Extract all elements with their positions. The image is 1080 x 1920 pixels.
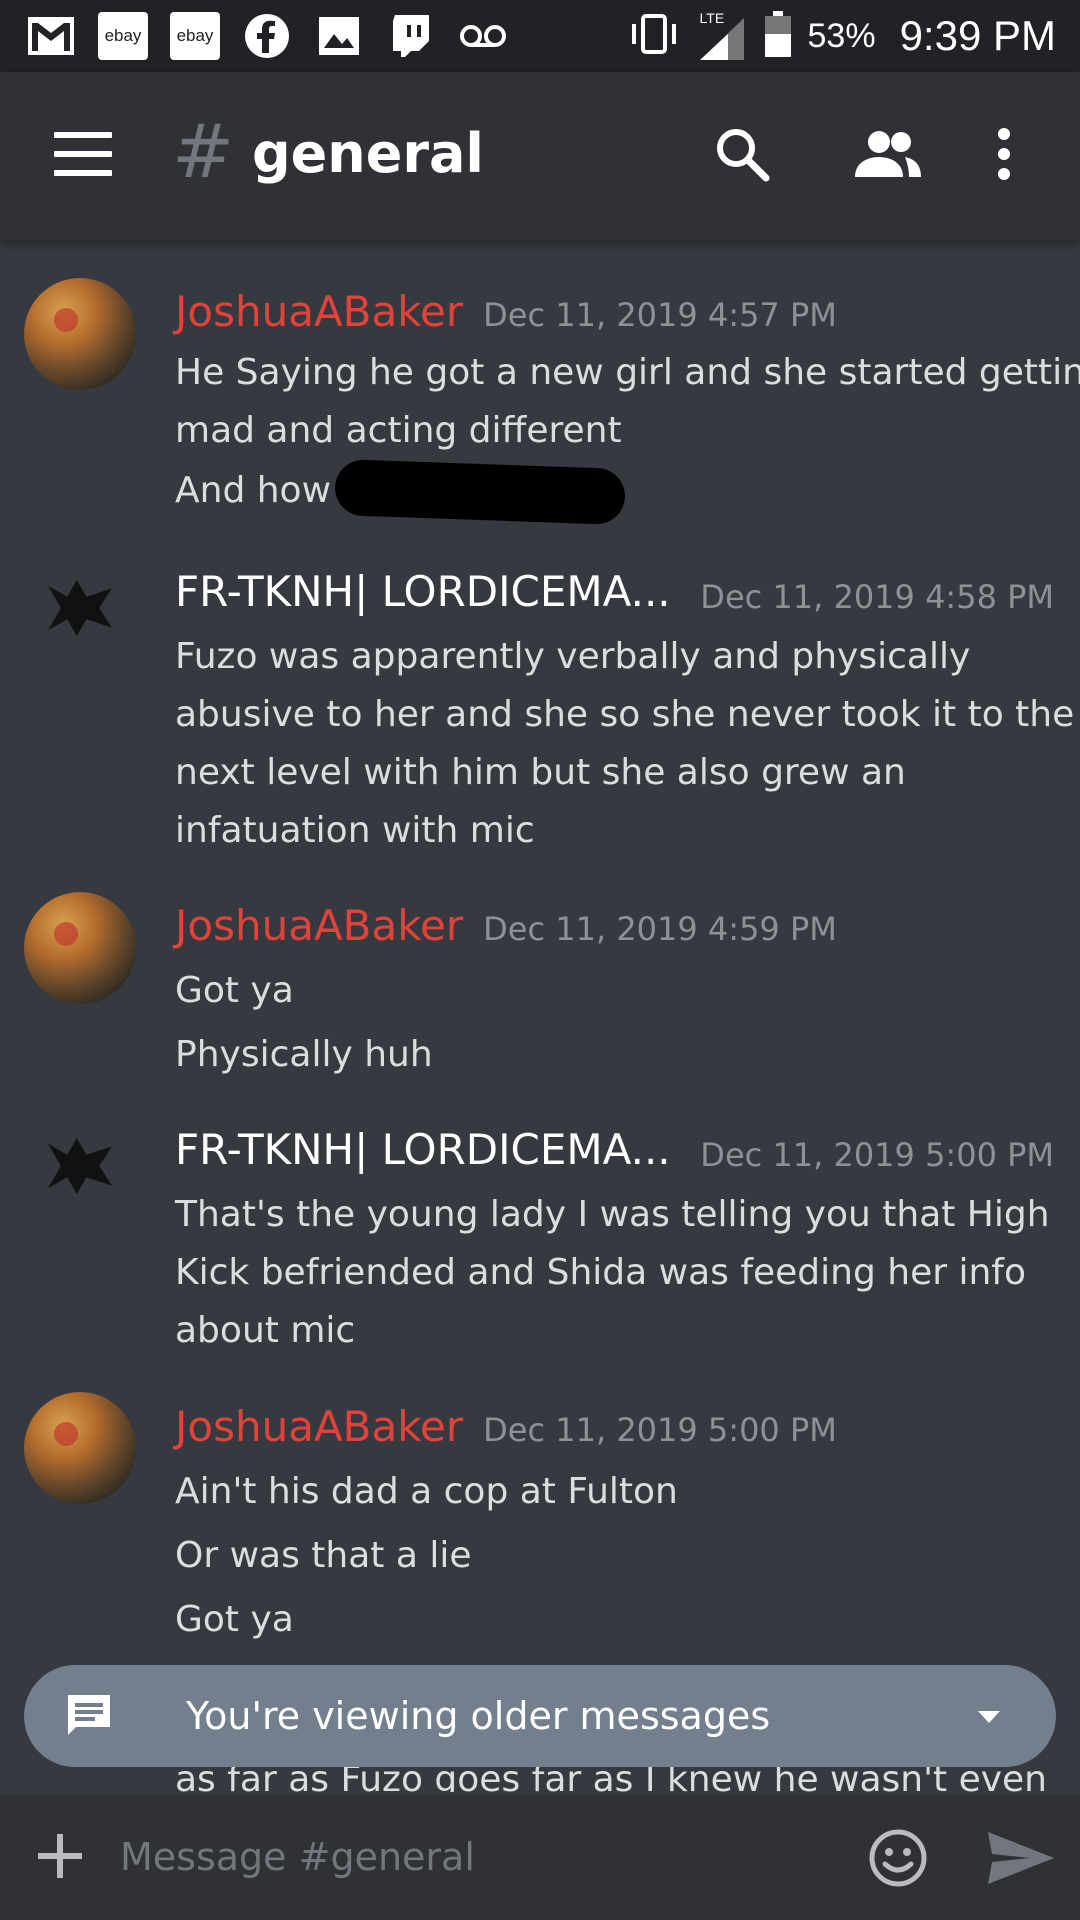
timestamp: Dec 11, 2019 5:00 PM xyxy=(700,1136,1054,1174)
message-line: Ain't his dad a cop at Fulton xyxy=(175,1471,678,1512)
message-line: infatuation with mic xyxy=(175,810,535,851)
message-line: Got ya xyxy=(175,1599,294,1640)
ebay-icon: ebay xyxy=(170,12,220,60)
message-line: Got ya xyxy=(175,970,294,1011)
older-messages-label: You're viewing older messages xyxy=(186,1694,771,1738)
message-line: That's the young lady I was telling you … xyxy=(175,1194,1050,1235)
hamburger-line xyxy=(54,151,112,157)
message-body: He Saying he got a new girl and she star… xyxy=(175,344,1080,526)
timestamp: Dec 11, 2019 5:00 PM xyxy=(483,1411,837,1449)
channel-header: # general xyxy=(0,72,1080,240)
emoji-icon[interactable] xyxy=(868,1828,928,1888)
redaction-mark xyxy=(334,458,626,526)
author-name[interactable]: JoshuaABaker xyxy=(175,1397,463,1457)
avatar[interactable] xyxy=(24,1392,136,1504)
avatar[interactable] xyxy=(24,552,136,664)
message-header: FR-TKNH| LORDICEMA... xyxy=(175,1120,671,1180)
message-line: next level with him but she also grew an xyxy=(175,752,906,793)
timestamp: Dec 11, 2019 4:58 PM xyxy=(700,578,1054,616)
message-body: Ain't his dad a cop at Fulton Or was tha… xyxy=(175,1460,1055,1652)
timestamp: Dec 11, 2019 4:59 PM xyxy=(483,910,837,948)
timestamp: Dec 11, 2019 4:57 PM xyxy=(483,296,837,334)
menu-button[interactable] xyxy=(54,132,112,176)
clock: 9:39 PM xyxy=(899,12,1056,59)
caret-down-icon[interactable] xyxy=(974,1701,1004,1731)
status-right: LTE 53% 9:39 PM xyxy=(626,8,1056,64)
hamburger-line xyxy=(54,170,112,176)
message-line: Physically huh xyxy=(175,1034,433,1075)
clan-logo-icon xyxy=(48,580,112,636)
message-header: JoshuaABaker Dec 11, 2019 4:59 PM xyxy=(175,896,837,956)
avatar[interactable] xyxy=(24,1110,136,1222)
twitch-icon xyxy=(386,12,436,60)
members-button[interactable] xyxy=(852,124,924,184)
search-button[interactable] xyxy=(712,124,772,184)
message-line: He Saying he got a new girl and she star… xyxy=(175,352,1080,393)
message-body: Fuzo was apparently verbally and physica… xyxy=(175,628,1075,860)
message-line-redacted: And how xyxy=(175,458,1055,526)
chat-icon xyxy=(68,1695,110,1735)
author-name[interactable]: JoshuaABaker xyxy=(175,282,463,342)
message-line: Kick befriended and Shida was feeding he… xyxy=(175,1252,1026,1293)
message-input[interactable] xyxy=(120,1824,840,1890)
more-vertical-icon xyxy=(998,128,1010,180)
battery-icon xyxy=(764,10,792,62)
message-header: FR-TKNH| LORDICEMA... xyxy=(175,562,671,622)
voicemail-icon xyxy=(458,12,508,60)
facebook-icon xyxy=(242,12,292,60)
status-bar: ebay ebay LTE 53% 9:39 PM xyxy=(0,0,1080,72)
ebay-icon: ebay xyxy=(98,12,148,60)
avatar[interactable] xyxy=(24,278,136,390)
vibrate-icon xyxy=(626,12,682,60)
avatar[interactable] xyxy=(24,892,136,1004)
send-icon[interactable] xyxy=(986,1830,1056,1886)
message-line: abusive to her and she so she never took… xyxy=(175,694,1075,735)
author-name[interactable]: FR-TKNH| LORDICEMA... xyxy=(175,1120,671,1180)
author-name[interactable]: JoshuaABaker xyxy=(175,896,463,956)
battery-percent: 53% xyxy=(807,16,876,55)
message-body: That's the young lady I was telling you … xyxy=(175,1186,1055,1360)
signal-icon: LTE xyxy=(698,10,748,62)
message-line: about mic xyxy=(175,1310,356,1351)
message-header: JoshuaABaker Dec 11, 2019 5:00 PM xyxy=(175,1397,837,1457)
message-header: JoshuaABaker Dec 11, 2019 4:57 PM xyxy=(175,282,837,342)
gallery-icon xyxy=(314,12,364,60)
message-line: And how xyxy=(175,470,332,511)
message-line: Or was that a lie xyxy=(175,1535,472,1576)
overflow-menu-button[interactable] xyxy=(984,124,1024,184)
search-icon xyxy=(717,129,770,182)
clan-logo-icon xyxy=(48,1138,112,1194)
members-icon xyxy=(855,131,921,177)
channel-title: general xyxy=(252,122,484,185)
message-composer xyxy=(0,1794,1080,1920)
message-body: Got ya Physically huh xyxy=(175,959,1055,1087)
hamburger-icon xyxy=(54,132,112,138)
message-list[interactable]: JoshuaABaker Dec 11, 2019 4:57 PM He Say… xyxy=(0,240,1080,1792)
add-attachment-icon[interactable] xyxy=(34,1830,86,1882)
hash-icon: # xyxy=(172,109,235,195)
message-line: mad and acting different xyxy=(175,410,622,451)
older-messages-banner[interactable]: You're viewing older messages xyxy=(24,1665,1056,1767)
author-name[interactable]: FR-TKNH| LORDICEMA... xyxy=(175,562,671,622)
gmail-icon xyxy=(26,12,76,60)
message-line: Fuzo was apparently verbally and physica… xyxy=(175,636,971,677)
notification-icons: ebay ebay xyxy=(26,12,508,60)
